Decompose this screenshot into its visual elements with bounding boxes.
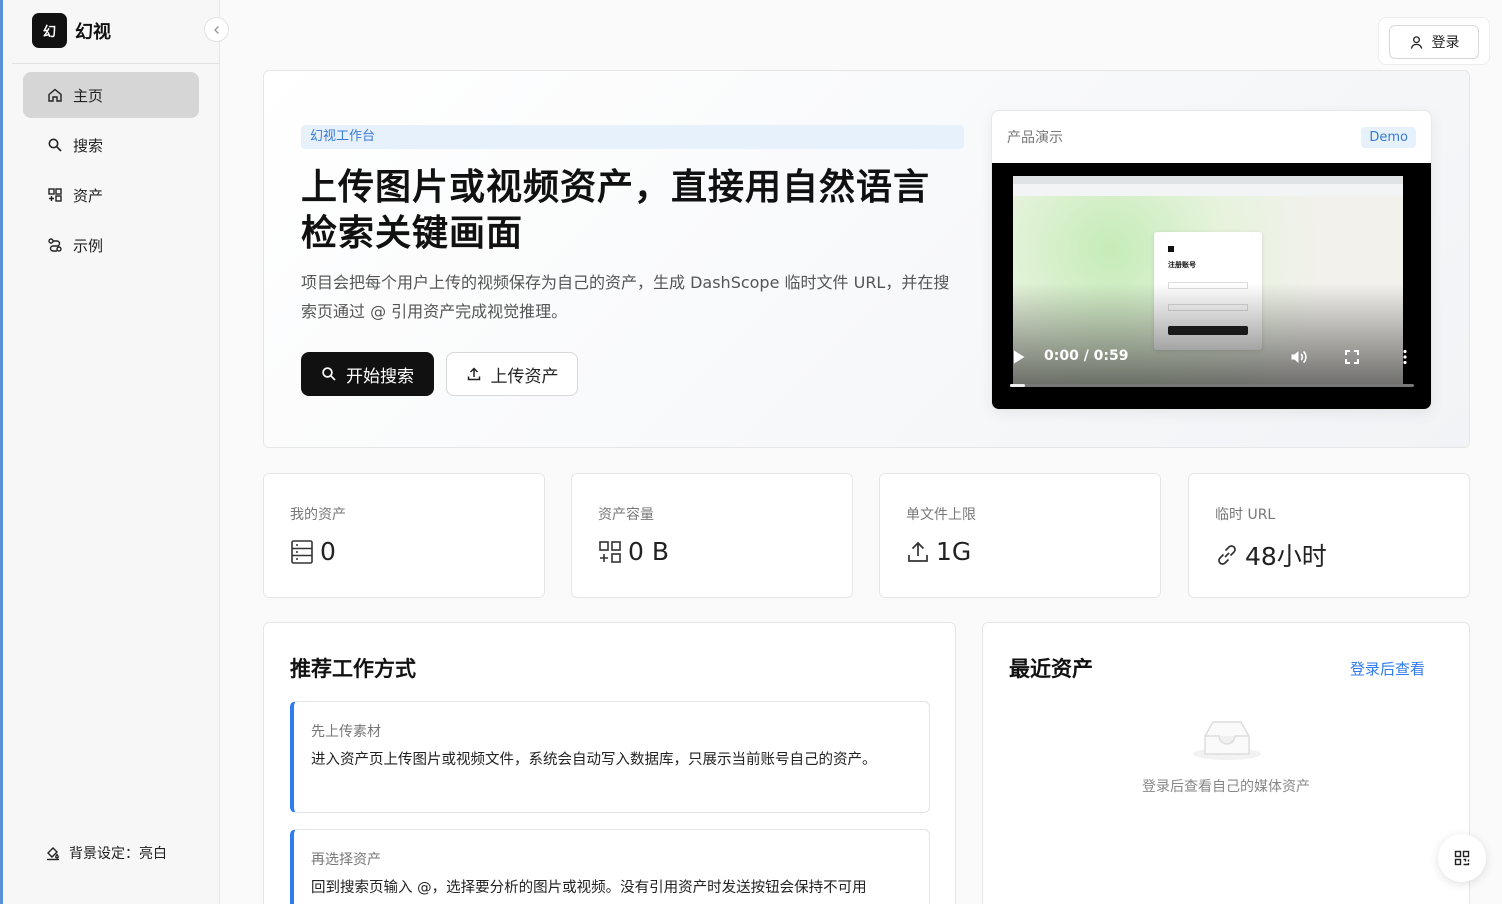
sidebar-item-label: 搜索 [73, 136, 104, 155]
sidebar-item-examples[interactable]: 示例 [23, 222, 199, 268]
demo-video[interactable]: 注册账号 0:00 / 0:59 [992, 163, 1431, 409]
workflow-step-text: 进入资产页上传图片或视频文件，系统会自动写入数据库，只展示当前账号自己的资产。 [311, 752, 877, 768]
qr-code-icon [1454, 850, 1470, 866]
sidebar: 幻 幻视 主页 搜索 资产 示例 背景设定：亮白 [3, 0, 220, 904]
fullscreen-button[interactable] [1345, 350, 1359, 368]
stat-value-row: 1G [906, 537, 971, 566]
more-vertical-icon [1403, 349, 1407, 365]
sidebar-item-search[interactable]: 搜索 [23, 122, 199, 168]
video-more-button[interactable] [1402, 349, 1408, 369]
video-dialog-logo [1168, 246, 1174, 252]
sidebar-item-assets[interactable]: 资产 [23, 172, 199, 218]
brand[interactable]: 幻 幻视 [32, 13, 111, 48]
video-controls-shade [1013, 283, 1403, 386]
user-icon [1410, 35, 1422, 49]
workflow-panel: 推荐工作方式 先上传素材 进入资产页上传图片或视频文件，系统会自动写入数据库，只… [263, 622, 956, 904]
stat-card-assets: 我的资产 0 [263, 473, 545, 598]
stat-value-row: 0 B [598, 537, 669, 566]
demo-badge: Demo [1361, 126, 1416, 148]
grid-icon [599, 540, 621, 563]
sidebar-item-label: 资产 [73, 186, 104, 205]
login-container: 登录 [1378, 17, 1490, 65]
stat-value: 48小时 [1245, 542, 1327, 571]
recent-assets-panel: 最近资产 登录后查看 登录后查看自己的媒体资产 [982, 622, 1470, 904]
link-icon [1218, 545, 1236, 565]
video-browser-address [1013, 184, 1403, 196]
upload-icon [908, 541, 928, 562]
sidebar-nav: 主页 搜索 资产 示例 [23, 72, 199, 272]
workspace-tag: 幻视工作台 [301, 125, 964, 149]
start-search-label: 开始搜索 [346, 366, 414, 387]
video-dialog-heading: 注册账号 [1168, 261, 1196, 269]
product-demo-card: 产品演示 Demo 注册账号 0:00 / 0:59 [991, 110, 1432, 410]
stat-label: 资产容量 [598, 507, 654, 523]
upload-icon [467, 367, 480, 381]
login-label: 登录 [1431, 35, 1460, 51]
background-setting[interactable]: 背景设定：亮白 [45, 843, 167, 863]
workflow-step: 先上传素材 进入资产页上传图片或视频文件，系统会自动写入数据库，只展示当前账号自… [290, 701, 930, 813]
stat-value-row: 0 [290, 537, 336, 566]
video-progress-fill [1010, 384, 1025, 387]
stat-card-file-limit: 单文件上限 1G [879, 473, 1161, 598]
workflow-title: 推荐工作方式 [290, 657, 416, 681]
workflow-step-label: 再选择资产 [311, 852, 381, 868]
hero-title: 上传图片或视频资产，直接用自然语言检索关键画面 [301, 167, 931, 254]
search-icon [322, 367, 336, 381]
stat-label: 我的资产 [290, 507, 346, 523]
stat-value: 0 [320, 537, 336, 566]
brand-name: 幻视 [75, 21, 111, 43]
empty-inbox-icon [1191, 718, 1263, 766]
demo-title: 产品演示 [1007, 130, 1063, 146]
stat-value-row: 48小时 [1215, 537, 1327, 573]
stat-value: 1G [936, 537, 972, 566]
demo-header: 产品演示 Demo [992, 111, 1431, 163]
stat-card-temp-url: 临时 URL 48小时 [1188, 473, 1470, 598]
video-progress-bar[interactable] [1010, 384, 1414, 387]
fullscreen-icon [1345, 350, 1359, 364]
chevron-left-icon [213, 25, 219, 34]
collapse-sidebar-button[interactable] [204, 17, 229, 42]
stat-label: 单文件上限 [906, 507, 976, 523]
workflow-step-label: 先上传素材 [311, 724, 381, 740]
recent-assets-title: 最近资产 [1009, 657, 1093, 681]
sidebar-item-label: 示例 [73, 236, 104, 255]
stat-label: 临时 URL [1215, 507, 1276, 523]
play-icon [1014, 350, 1025, 364]
sidebar-item-label: 主页 [73, 86, 104, 105]
qr-code-button[interactable] [1438, 834, 1486, 882]
stat-card-capacity: 资产容量 0 B [571, 473, 853, 598]
grid-icon [48, 188, 62, 202]
stat-value: 0 B [628, 537, 670, 566]
route-icon [48, 238, 62, 252]
workflow-step-text: 回到搜索页输入 @，选择要分析的图片或视频。没有引用资产时发送按钮会保持不可用 [311, 880, 867, 896]
hero-description: 项目会把每个用户上传的视频保存为自己的资产，生成 DashScope 临时文件 … [301, 273, 950, 321]
search-icon [48, 138, 62, 152]
brand-logo: 幻 [32, 13, 67, 48]
play-button[interactable] [1012, 349, 1026, 369]
workflow-step: 再选择资产 回到搜索页输入 @，选择要分析的图片或视频。没有引用资产时发送按钮会… [290, 829, 930, 904]
upload-asset-button[interactable]: 上传资产 [446, 352, 578, 396]
hero-section: 幻视工作台 上传图片或视频资产，直接用自然语言检索关键画面 项目会把每个用户上传… [263, 70, 1470, 448]
database-icon [291, 539, 313, 564]
video-time: 0:00 / 0:59 [1044, 348, 1129, 364]
login-button[interactable]: 登录 [1389, 25, 1479, 59]
paint-bucket-icon [47, 847, 59, 861]
sidebar-item-home[interactable]: 主页 [23, 72, 199, 118]
volume-button[interactable] [1290, 349, 1308, 369]
upload-asset-label: 上传资产 [490, 366, 559, 387]
volume-icon [1291, 350, 1307, 364]
start-search-button[interactable]: 开始搜索 [301, 352, 434, 396]
view-after-login-link[interactable]: 登录后查看 [1350, 658, 1425, 679]
background-setting-label: 背景设定：亮白 [69, 846, 167, 862]
sidebar-divider [12, 63, 220, 64]
empty-state-text: 登录后查看自己的媒体资产 [1142, 779, 1310, 795]
home-icon [48, 88, 62, 102]
